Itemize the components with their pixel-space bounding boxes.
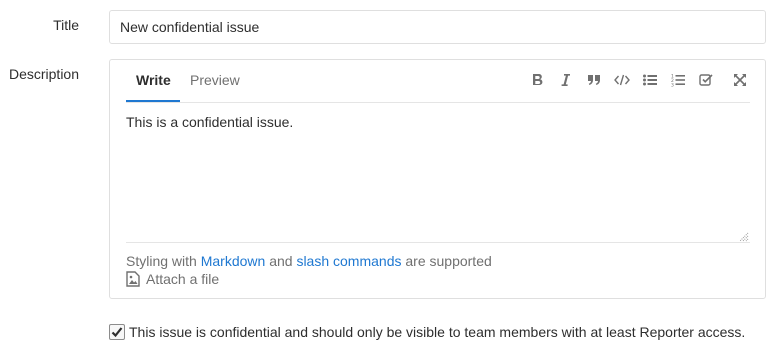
confidential-label[interactable]: This issue is confidential and should on… <box>129 324 745 340</box>
editor-header: Write Preview 123 <box>126 60 750 103</box>
quote-icon[interactable] <box>584 70 604 90</box>
hint-suffix: are supported <box>405 253 492 269</box>
confidential-checkbox[interactable] <box>109 324 125 340</box>
title-label: Title <box>53 17 79 33</box>
markdown-toolbar: 123 <box>528 70 750 90</box>
task-list-icon[interactable] <box>696 70 716 90</box>
attach-file-button[interactable]: Attach a file <box>126 271 219 287</box>
title-input[interactable] <box>109 10 766 44</box>
resize-grip-icon[interactable] <box>739 232 749 242</box>
svg-text:3: 3 <box>671 83 674 88</box>
italic-icon[interactable] <box>556 70 576 90</box>
fullscreen-icon[interactable] <box>730 70 750 90</box>
numbered-list-icon[interactable]: 123 <box>668 70 688 90</box>
editor-footer: Styling with Markdown and slash commands… <box>126 242 750 287</box>
markdown-editor: Write Preview 123 This is a confidential… <box>109 59 766 299</box>
confidential-option: This issue is confidential and should on… <box>109 324 745 340</box>
image-file-icon <box>126 271 140 287</box>
attach-file-label: Attach a file <box>146 271 220 287</box>
description-textarea[interactable]: This is a confidential issue. <box>126 112 750 242</box>
hint-prefix: Styling with <box>126 253 197 269</box>
bold-icon[interactable] <box>528 70 548 90</box>
slash-commands-link[interactable]: slash commands <box>296 253 401 269</box>
tab-preview[interactable]: Preview <box>190 72 240 88</box>
markdown-hint: Styling with Markdown and slash commands… <box>126 253 492 269</box>
hint-and: and <box>269 253 293 269</box>
checkmark-icon <box>111 327 123 338</box>
markdown-link[interactable]: Markdown <box>201 253 266 269</box>
tab-write[interactable]: Write <box>136 72 171 88</box>
bullet-list-icon[interactable] <box>640 70 660 90</box>
description-label: Description <box>8 66 79 82</box>
code-icon[interactable] <box>612 70 632 90</box>
active-tab-indicator <box>126 100 180 102</box>
